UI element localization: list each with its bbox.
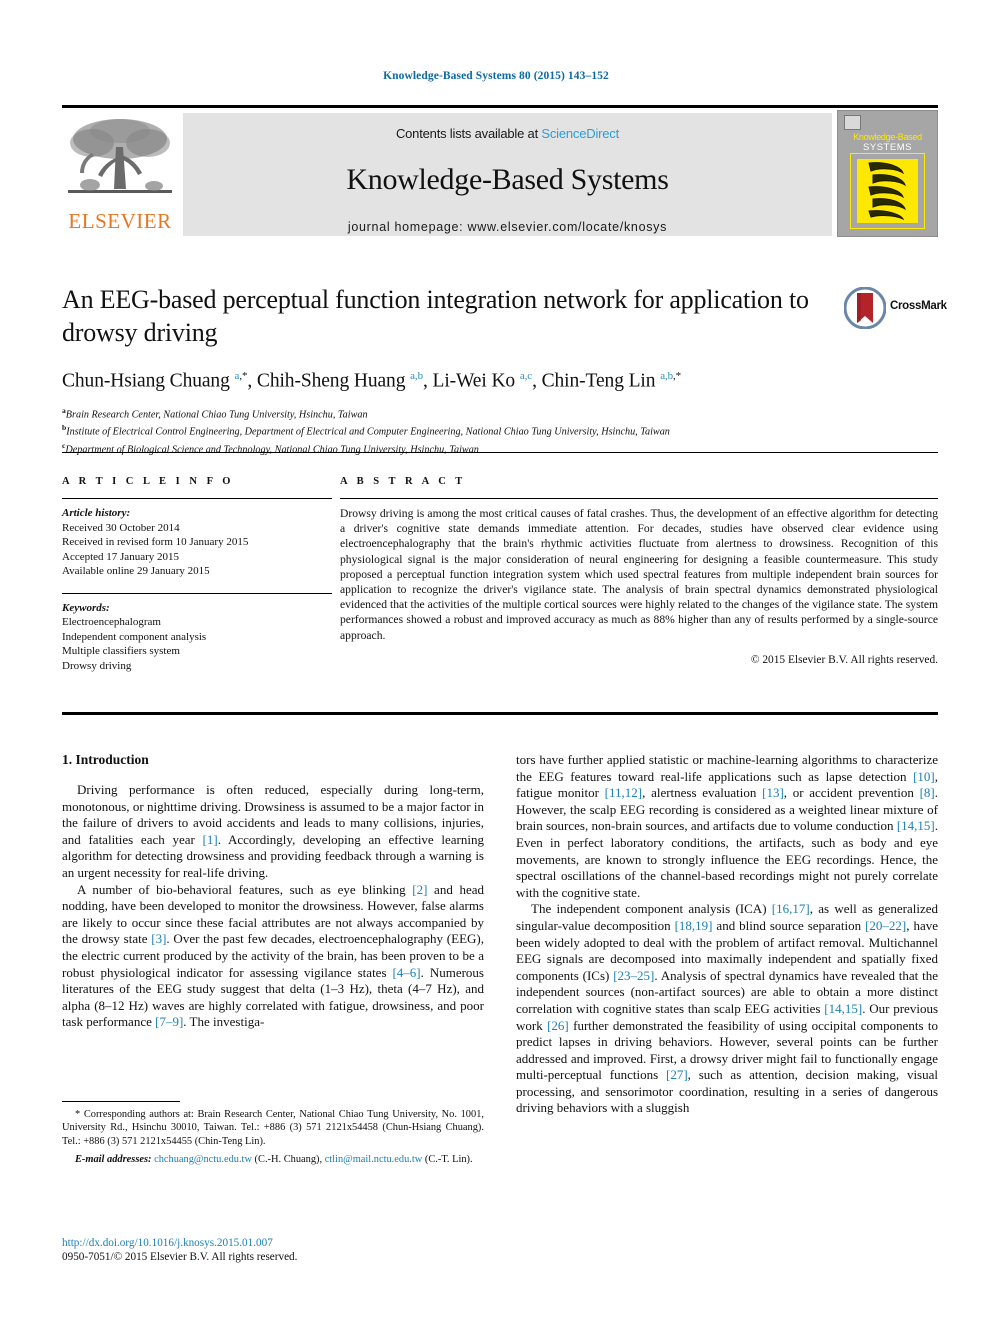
body-column-left: 1. Introduction Driving performance is o… [62, 752, 484, 1031]
issn-copyright: 0950-7051/© 2015 Elsevier B.V. All right… [62, 1251, 298, 1263]
elsevier-tree-icon [68, 119, 172, 193]
keyword-1: Independent component analysis [62, 630, 207, 643]
elsevier-logo: ELSEVIER [62, 113, 178, 236]
elsevier-wordmark: ELSEVIER [68, 209, 172, 233]
paragraph-right-2: The independent component analysis (ICA)… [516, 901, 939, 1116]
title-block: An EEG-based perceptual function integra… [62, 283, 947, 458]
article-history-1: Received in revised form 10 January 2015 [62, 536, 249, 548]
keyword-2: Multiple classifiers system [62, 645, 180, 657]
affiliation-a-text: Brain Research Center, National Chiao Tu… [65, 408, 368, 420]
cover-elsevier-mark-icon [844, 115, 861, 130]
abstract-divider [340, 498, 938, 499]
paper-title: An EEG-based perceptual function integra… [62, 285, 809, 347]
keyword-3: Drowsy driving [62, 659, 132, 672]
article-history-3: Available online 29 January 2015 [62, 565, 210, 577]
keywords-label: Keywords: [62, 601, 110, 614]
sciencedirect-link[interactable]: ScienceDirect [541, 126, 619, 141]
running-head: Knowledge-Based Systems 80 (2015) 143–15… [383, 70, 609, 82]
article-history-label: Article history: [62, 507, 131, 519]
contents-available-line: Contents lists available at ScienceDirec… [183, 113, 832, 141]
affiliation-b-text: Institute of Electrical Control Engineer… [66, 426, 670, 438]
journal-cover-thumbnail[interactable]: Knowledge-Based SYSTEMS [837, 110, 938, 237]
journal-masthead: ELSEVIER Contents lists available at Sci… [62, 105, 938, 239]
body-column-right: tors have further applied statistic or m… [516, 752, 938, 1117]
affiliation-c: cDepartment of Biological Science and Te… [62, 439, 938, 457]
cover-title-line1: Knowledge-Based [853, 132, 922, 142]
affiliation-c-text: Department of Biological Science and Tec… [65, 444, 479, 456]
doi-block: http://dx.doi.org/10.1016/j.knosys.2015.… [62, 1236, 492, 1264]
article-history-2: Accepted 17 January 2015 [62, 550, 179, 563]
contents-prefix: Contents lists available at [395, 126, 542, 141]
abstract-text: Drowsy driving is among the most critica… [340, 507, 938, 642]
cover-artwork [857, 159, 918, 223]
affiliation-a: aBrain Research Center, National Chiao T… [62, 404, 938, 422]
affiliation-b: bInstitute of Electrical Control Enginee… [62, 421, 938, 439]
paragraph-left-1: Driving performance is often reduced, es… [62, 782, 484, 880]
crossmark-badge[interactable]: CrossMark [844, 287, 947, 331]
cover-helix-icon [868, 162, 906, 221]
abstract-column: A B S T R A C T Drowsy driving is among … [340, 476, 938, 666]
author-list: Chun-Hsiang Chuang a,*, Chih-Sheng Huang… [62, 370, 682, 392]
rule-above-body [62, 712, 938, 715]
crossmark-icon [844, 287, 886, 329]
journal-band: Contents lists available at ScienceDirec… [183, 113, 832, 236]
footnote-corresponding-author: * Corresponding authors at: Brain Resear… [62, 1109, 484, 1147]
article-info-heading: A R T I C L E I N F O [62, 476, 234, 487]
paragraph-right-1: tors have further applied statistic or m… [516, 752, 938, 900]
affiliation-list: aBrain Research Center, National Chiao T… [62, 404, 938, 458]
abstract-copyright: © 2015 Elsevier B.V. All rights reserved… [750, 653, 938, 666]
paper-page: Knowledge-Based Systems 80 (2015) 143–15… [0, 0, 992, 1323]
footnote-block: * Corresponding authors at: Brain Resear… [62, 1101, 484, 1167]
paragraph-left-2: A number of bio-behavioral features, suc… [62, 881, 485, 1030]
doi-link[interactable]: http://dx.doi.org/10.1016/j.knosys.2015.… [62, 1236, 492, 1250]
footnote-rule [62, 1101, 180, 1102]
rule-above-info [62, 452, 938, 453]
abstract-heading: A B S T R A C T [340, 476, 466, 487]
footnote-email-addresses: E-mail addresses: chchuang@nctu.edu.tw (… [75, 1154, 473, 1166]
keyword-0: Electroencephalogram [62, 616, 161, 628]
crossmark-label: CrossMark [890, 300, 947, 312]
cover-title-line2: SYSTEMS [863, 142, 912, 153]
article-info-divider [62, 498, 332, 499]
keywords-divider [62, 592, 332, 594]
journal-homepage[interactable]: journal homepage: www.elsevier.com/locat… [183, 220, 832, 234]
journal-title: Knowledge-Based Systems [346, 163, 669, 196]
article-history-0: Received 30 October 2014 [62, 521, 180, 534]
article-info-column: A R T I C L E I N F O Article history: R… [62, 476, 332, 673]
section-title-introduction: 1. Introduction [62, 752, 149, 767]
